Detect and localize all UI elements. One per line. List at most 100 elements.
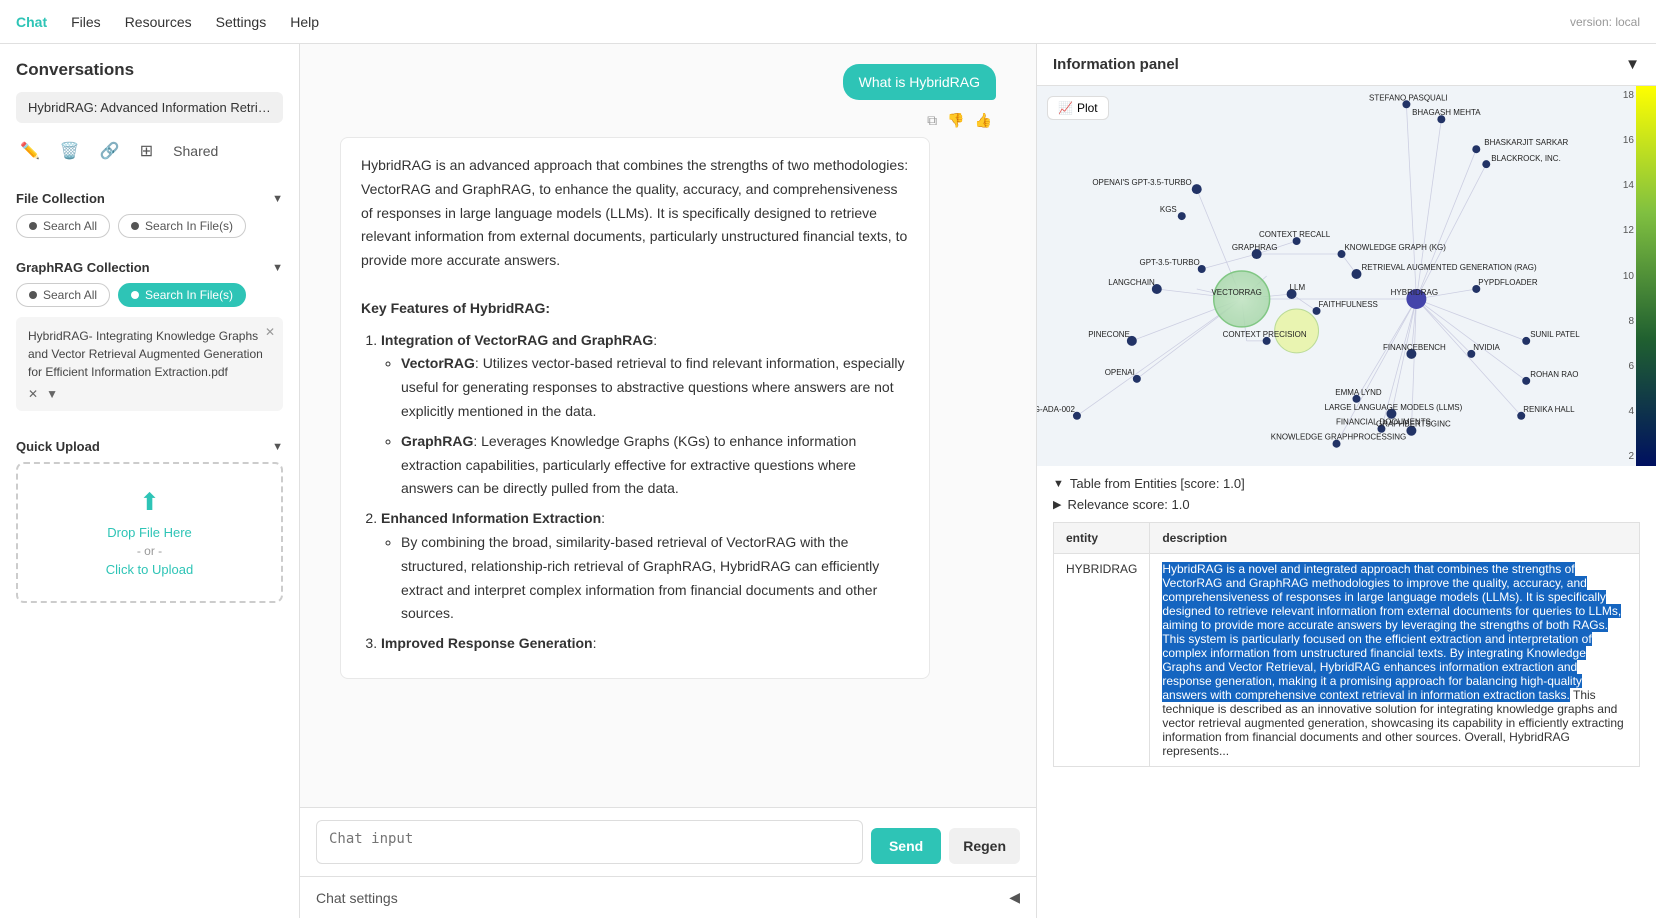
feature-2-sub-0: By combining the broad, similarity-based… <box>401 531 909 626</box>
table-info-text: Table from Entities [score: 1.0] <box>1070 476 1245 491</box>
sidebar-title: Conversations <box>16 60 283 80</box>
quick-upload-chevron[interactable]: ▼ <box>272 441 283 453</box>
chat-settings-label: Chat settings <box>316 890 398 906</box>
panel-collapse-icon[interactable]: ▼ <box>1625 56 1640 73</box>
link-icon[interactable]: 🔗 <box>96 137 124 165</box>
trash-icon[interactable]: 🗑️ <box>56 137 84 165</box>
top-nav: Chat Files Resources Settings Help versi… <box>0 0 1656 44</box>
label-26: RENIKA HALL <box>1523 405 1575 414</box>
split-icon[interactable]: ⊞ <box>136 137 157 165</box>
node-4 <box>1482 160 1490 168</box>
app-body: Conversations HybridRAG: Advanced Inform… <box>0 44 1656 918</box>
assistant-intro: HybridRAG is an advanced approach that c… <box>361 154 909 273</box>
label-10: CONTEXT RECALL <box>1259 230 1331 239</box>
feature-1-title: Integration of VectorRAG and GraphRAG <box>381 332 653 348</box>
label-5: OPENAI'S GPT-3.5-TURBO <box>1092 178 1191 187</box>
regen-button[interactable]: Regen <box>949 828 1020 864</box>
table-collapse-arrow: ▼ <box>1053 478 1064 490</box>
feature-2-sub: By combining the broad, similarity-based… <box>381 531 909 626</box>
scale-18: 18 <box>1623 90 1634 101</box>
node-6 <box>1178 212 1186 220</box>
file-collection-toggles: Search All Search In File(s) <box>16 214 283 238</box>
send-button[interactable]: Send <box>871 828 941 864</box>
upload-area[interactable]: ⬆ Drop File Here - or - Click to Upload <box>16 462 283 603</box>
table-row: HYBRIDRAG HybridRAG is a novel and integ… <box>1054 554 1640 767</box>
feature-3: Improved Response Generation: <box>381 632 909 656</box>
features-list: Integration of VectorRAG and GraphRAG: V… <box>361 329 909 656</box>
label-27: GRAPHBERTSGINC <box>1376 420 1451 429</box>
color-scale: 18 16 14 12 10 8 6 4 2 <box>1628 86 1656 466</box>
highlighted-description: HybridRAG is a novel and integrated appr… <box>1162 562 1621 702</box>
chat-settings-bar[interactable]: Chat settings ◀ <box>300 876 1036 918</box>
conversation-item[interactable]: HybridRAG: Advanced Information Retriev.… <box>16 92 283 123</box>
edit-icon[interactable]: ✏️ <box>16 137 44 165</box>
node-20 <box>1522 337 1530 345</box>
graphrag-collection-chevron[interactable]: ▼ <box>272 262 283 274</box>
label-21: OPENAI <box>1105 368 1135 377</box>
message-actions: ⧉ 👎 👍 <box>340 112 996 129</box>
file-collection-header: File Collection ▼ <box>16 191 283 206</box>
node-5 <box>1192 184 1202 194</box>
conversation-actions: ✏️ 🗑️ 🔗 ⊞ Shared <box>16 133 283 169</box>
score-row[interactable]: ▶ Relevance score: 1.0 <box>1053 497 1640 512</box>
table-info-row[interactable]: ▼ Table from Entities [score: 1.0] <box>1053 476 1640 491</box>
thumbdown-btn[interactable]: 👎 <box>947 112 964 129</box>
thumbup-btn[interactable]: 👍 <box>975 112 992 129</box>
quick-upload-section: Quick Upload ▼ ⬆ Drop File Here - or - C… <box>16 427 283 603</box>
label-2: BHAGASH MEHTA <box>1412 108 1481 117</box>
nav-chat[interactable]: Chat <box>16 14 47 30</box>
right-panel: Information panel ▼ 📈 Plot <box>1036 44 1656 918</box>
label-22: EMMA LYND <box>1335 388 1382 397</box>
feature-1-sub: VectorRAG: Utilizes vector-based retriev… <box>381 352 909 501</box>
scale-16: 16 <box>1623 135 1634 146</box>
copy-btn[interactable]: ⧉ <box>927 112 937 129</box>
label-6: KGS <box>1160 205 1177 214</box>
nav-files[interactable]: Files <box>71 14 101 30</box>
center-node[interactable] <box>1214 271 1270 327</box>
shared-label: Shared <box>173 143 218 159</box>
graphrag-collection-toggles: Search All Search In File(s) <box>16 283 283 307</box>
scale-8: 8 <box>1623 316 1634 327</box>
file-search-files-btn[interactable]: Search In File(s) <box>118 214 246 238</box>
feature-1-sub-1: GraphRAG: Leverages Knowledge Graphs (KG… <box>401 430 909 501</box>
graphrag-collection-header: GraphRAG Collection ▼ <box>16 260 283 275</box>
file-remove-btn[interactable]: ✕ <box>265 325 275 339</box>
nav-resources[interactable]: Resources <box>125 14 192 30</box>
file-collection-chevron[interactable]: ▼ <box>272 193 283 205</box>
label-28: -EMBEDDING-ADA-002 <box>1037 405 1076 414</box>
file-ctrl-down[interactable]: ▼ <box>46 387 58 401</box>
feature-2-title: Enhanced Information Extraction <box>381 510 601 526</box>
sidebar: Conversations HybridRAG: Advanced Inform… <box>0 44 300 918</box>
label-18: FINANCEBENCH <box>1383 343 1446 352</box>
label-16: PINECONE <box>1088 330 1130 339</box>
graphrag-search-all-btn[interactable]: Search All <box>16 283 110 307</box>
data-table: entity description HYBRIDRAG HybridRAG i… <box>1053 522 1640 767</box>
nav-help[interactable]: Help <box>290 14 319 30</box>
chat-input[interactable] <box>316 820 863 864</box>
file-ctrl-x[interactable]: ✕ <box>28 387 38 401</box>
label-4: BLACKROCK, INC. <box>1491 154 1561 163</box>
panel-header: Information panel ▼ <box>1037 44 1656 86</box>
graphrag-search-files-btn[interactable]: Search In File(s) <box>118 283 246 307</box>
col-description: description <box>1150 523 1640 554</box>
label-12: LANGCHAIN <box>1108 278 1155 287</box>
scale-4: 4 <box>1623 406 1634 417</box>
chat-settings-chevron: ◀ <box>1009 889 1020 906</box>
score-expand-arrow: ▶ <box>1053 498 1061 511</box>
upload-icon: ⬆ <box>34 488 265 517</box>
file-search-all-btn[interactable]: Search All <box>16 214 110 238</box>
nav-settings[interactable]: Settings <box>216 14 267 30</box>
file-item: HybridRAG- Integrating Knowledge Graphs … <box>16 317 283 411</box>
label-8: KNOWLEDGE GRAPH (KG) <box>1345 243 1447 252</box>
feature-1-sub-0: VectorRAG: Utilizes vector-based retriev… <box>401 352 909 423</box>
label-15: PYPDFLOADER <box>1478 278 1538 287</box>
table-section: ▼ Table from Entities [score: 1.0] ▶ Rel… <box>1037 466 1656 777</box>
click-upload-text: Click to Upload <box>34 562 265 577</box>
node-3 <box>1472 145 1480 153</box>
quick-upload-label: Quick Upload <box>16 439 100 454</box>
file-collection-label: File Collection <box>16 191 105 206</box>
description-cell: HybridRAG is a novel and integrated appr… <box>1150 554 1640 767</box>
scale-2: 2 <box>1623 451 1634 462</box>
scale-10: 10 <box>1623 271 1634 282</box>
user-bubble: What is HybridRAG <box>340 64 996 100</box>
